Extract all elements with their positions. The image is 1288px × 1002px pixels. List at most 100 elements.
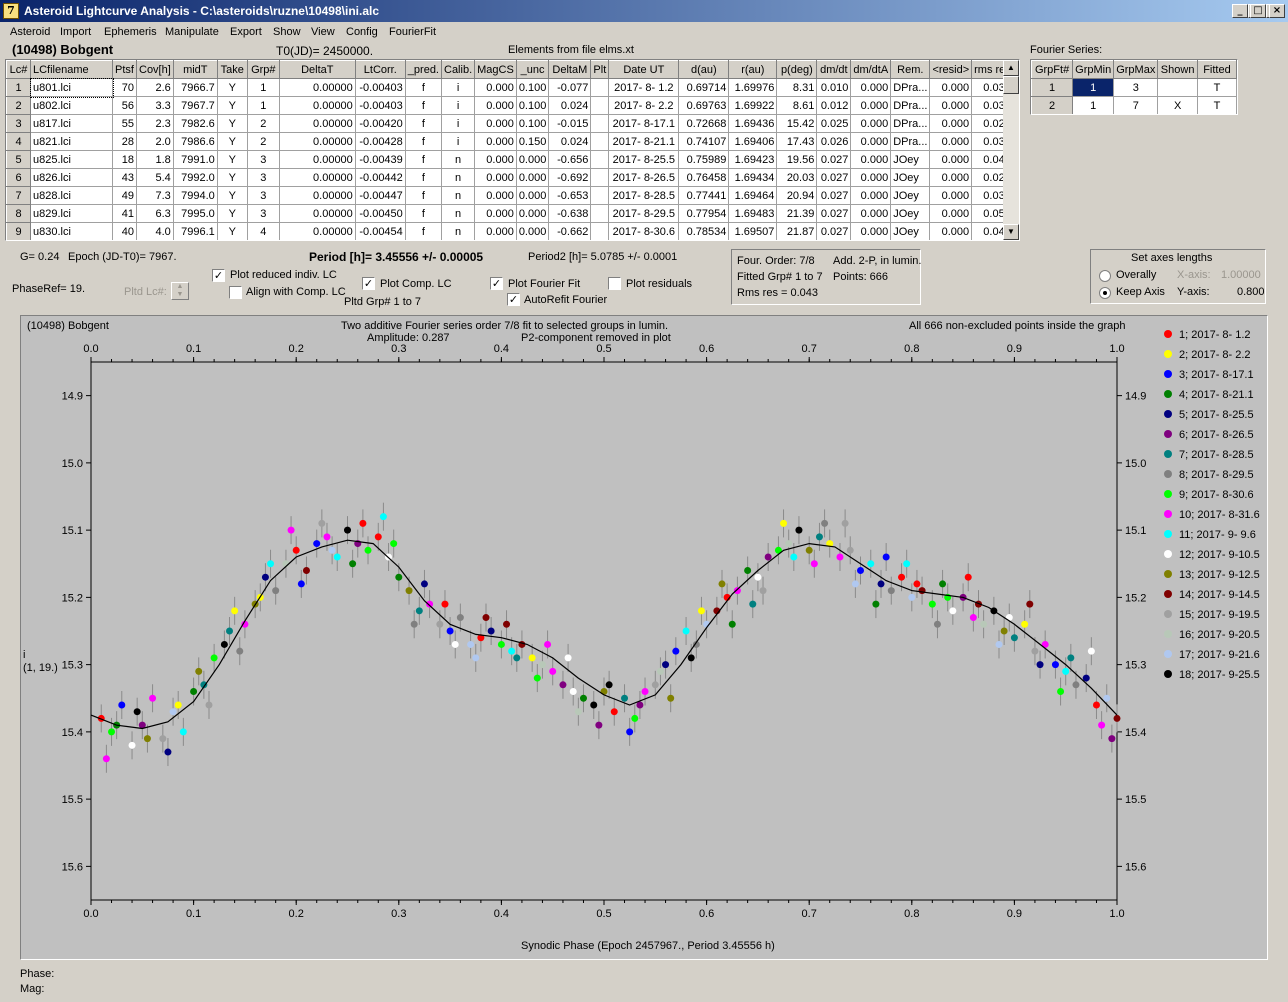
table-cell[interactable]: f (404, 222, 443, 240)
table-cell[interactable]: 5.4 (136, 168, 174, 187)
table-cell[interactable]: 7967.7 (172, 96, 218, 115)
table-cell[interactable]: f (404, 96, 443, 115)
menu-manipulate[interactable]: Manipulate (165, 26, 219, 38)
menu-view[interactable]: View (311, 26, 335, 38)
table-cell[interactable]: 15.42 (776, 114, 818, 133)
table-cell[interactable]: 7995.0 (172, 204, 218, 223)
table-cell[interactable]: 0.024 (548, 132, 592, 151)
table-cell[interactable] (1157, 78, 1198, 97)
table-cell[interactable] (590, 150, 610, 169)
scroll-down-icon[interactable]: ▼ (1003, 224, 1019, 240)
table-row[interactable]: 9 u830.lci 40 4.0 7996.1 Y 4 0.00000 -0.00454 f n 0… (6, 222, 1014, 240)
table-cell[interactable]: -0.692 (548, 168, 592, 187)
table-cell[interactable]: DPra... (890, 96, 931, 115)
table-cell[interactable]: Y (216, 78, 248, 97)
table-cell[interactable]: 20.03 (776, 168, 818, 187)
table-cell[interactable]: 0.027 (816, 150, 852, 169)
table-cell[interactable]: 0.010 (816, 78, 852, 97)
column-header[interactable]: GrpFt# (1031, 60, 1074, 79)
table-cell[interactable]: Y (216, 204, 248, 223)
table-cell[interactable]: Y (216, 186, 248, 205)
table-cell[interactable]: JOey (890, 168, 931, 187)
column-header[interactable]: LCfilename (30, 60, 113, 79)
table-cell[interactable]: 1.69436 (728, 114, 778, 133)
table-cell[interactable]: 7991.0 (172, 150, 218, 169)
table-row[interactable]: 217XT (1031, 96, 1237, 114)
table-cell[interactable]: 0.000 (850, 132, 892, 151)
table-cell[interactable]: 2017- 8-30.6 (608, 222, 680, 240)
table-cell[interactable]: 0.000 (850, 186, 892, 205)
table-cell[interactable]: 17.43 (776, 132, 818, 151)
table-row[interactable]: 5 u825.lci 18 1.8 7991.0 Y 3 0.00000 -0.00439 f n 0… (6, 150, 1014, 169)
column-header[interactable]: GrpMax (1113, 60, 1159, 79)
table-cell[interactable]: 20.94 (776, 186, 818, 205)
table-cell[interactable]: 1 (1072, 96, 1115, 114)
table-row[interactable]: 113T (1031, 78, 1237, 97)
yaxis-value[interactable]: 0.800 (1237, 286, 1265, 298)
table-cell[interactable]: 0.000 (515, 204, 550, 223)
table-cell[interactable]: n (440, 204, 476, 223)
table-cell[interactable]: JOey (890, 186, 931, 205)
table-cell[interactable]: 1.69406 (728, 132, 778, 151)
table-cell[interactable]: T (1196, 96, 1237, 114)
table-row[interactable]: 2 u802.lci 56 3.3 7967.7 Y 1 0.00000 -0.00403 f i 0… (6, 96, 1014, 115)
row-header[interactable]: 7 (6, 186, 31, 205)
xaxis-value[interactable]: 1.00000 (1221, 269, 1261, 281)
table-cell[interactable]: -0.00439 (354, 150, 406, 169)
table-cell[interactable]: 0.027 (816, 168, 852, 187)
table-cell[interactable]: 43 (112, 168, 137, 187)
table-cell[interactable]: 40 (112, 222, 137, 240)
lightcurve-plot[interactable]: (10498) Bobgent Two additive Fourier ser… (20, 315, 1268, 960)
table-cell[interactable]: 3 (246, 150, 280, 169)
table-cell[interactable]: 3.3 (136, 96, 174, 115)
table-cell[interactable]: 2017- 8-26.5 (608, 168, 680, 187)
table-cell[interactable]: 2017- 8-21.1 (608, 132, 680, 151)
plot-residuals-checkbox[interactable] (608, 277, 621, 290)
table-cell[interactable]: 1.69464 (728, 186, 778, 205)
table-cell[interactable]: 0.000 (929, 168, 973, 187)
column-header[interactable]: Ptsf (112, 60, 137, 79)
table-cell[interactable]: 0.00000 (278, 204, 356, 223)
menu-ephemeris[interactable]: Ephemeris (104, 26, 157, 38)
column-header[interactable]: Calib. (440, 60, 476, 79)
table-cell[interactable] (590, 114, 610, 133)
table-cell[interactable]: 0.74107 (678, 132, 730, 151)
row-header[interactable]: 8 (6, 204, 31, 223)
table-cell[interactable]: 2.0 (136, 132, 174, 151)
table-cell[interactable]: u829.lci (30, 204, 113, 223)
table-cell[interactable]: 0.000 (474, 132, 517, 151)
table-cell[interactable]: u825.lci (30, 150, 113, 169)
table-cell[interactable]: 55 (112, 114, 137, 133)
table-cell[interactable]: 0.000 (850, 96, 892, 115)
table-cell[interactable]: 2017- 8-28.5 (608, 186, 680, 205)
table-cell[interactable]: 0.100 (515, 78, 550, 97)
table-cell[interactable]: 0.027 (816, 204, 852, 223)
column-header[interactable]: GrpMin (1072, 60, 1115, 79)
table-cell[interactable]: 2017- 8-17.1 (608, 114, 680, 133)
table-cell[interactable]: u817.lci (30, 114, 113, 133)
row-header[interactable]: 2 (6, 96, 31, 115)
table-cell[interactable]: Y (216, 168, 248, 187)
table-cell[interactable]: 7996.1 (172, 222, 218, 240)
column-header[interactable]: dm/dt (816, 60, 852, 79)
menu-import[interactable]: Import (60, 26, 91, 38)
column-header[interactable]: Cov[h] (136, 60, 174, 79)
table-cell[interactable]: 2017- 8-29.5 (608, 204, 680, 223)
table-cell[interactable]: 7 (1113, 96, 1159, 114)
table-cell[interactable]: 0.00000 (278, 150, 356, 169)
table-cell[interactable]: 2017- 8- 1.2 (608, 78, 680, 97)
table-cell[interactable]: 2017- 8-25.5 (608, 150, 680, 169)
table-cell[interactable] (590, 132, 610, 151)
column-header[interactable]: midT (172, 60, 218, 79)
table-cell[interactable]: u828.lci (30, 186, 113, 205)
row-header[interactable]: 9 (6, 222, 31, 240)
table-cell[interactable]: 1.69507 (728, 222, 778, 240)
table-cell[interactable]: T (1196, 78, 1237, 97)
row-header[interactable]: 4 (6, 132, 31, 151)
table-cell[interactable]: u821.lci (30, 132, 113, 151)
table-cell[interactable] (590, 204, 610, 223)
table-cell[interactable]: 1 (246, 78, 280, 97)
table-cell[interactable]: 7994.0 (172, 186, 218, 205)
table-cell[interactable]: X (1157, 96, 1198, 114)
table-cell[interactable]: 0.000 (850, 204, 892, 223)
